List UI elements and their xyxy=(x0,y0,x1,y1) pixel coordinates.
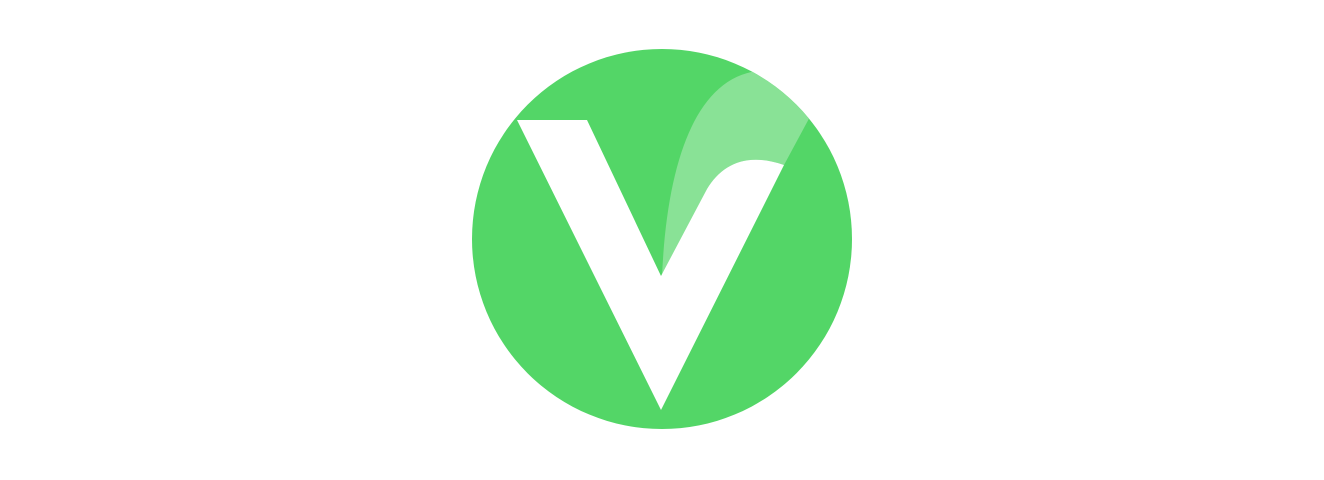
page-canvas xyxy=(0,0,1324,480)
brand-logo xyxy=(472,49,852,429)
v-checkmark-icon xyxy=(472,49,852,429)
